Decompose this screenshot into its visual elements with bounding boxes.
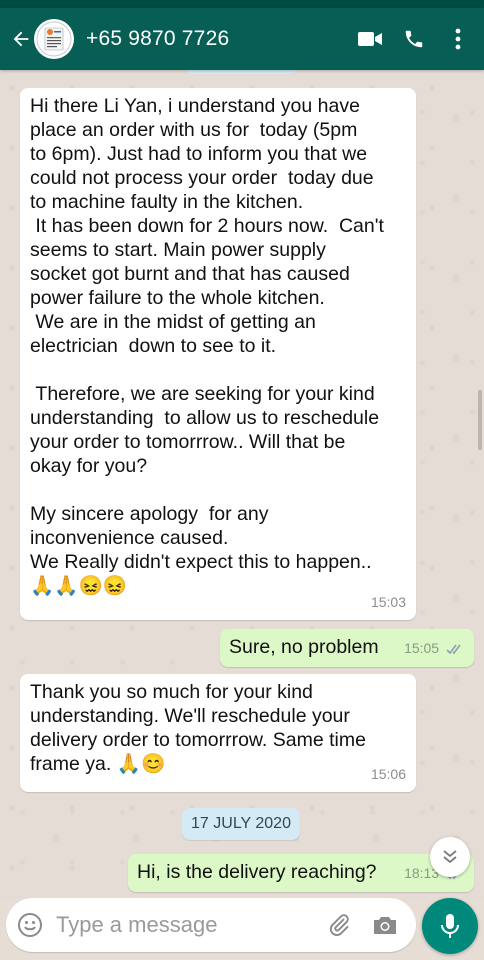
video-call-button[interactable] [348, 17, 392, 61]
attach-button[interactable] [316, 913, 362, 937]
scrollbar[interactable] [478, 390, 482, 450]
date-chip: 17 JULY 2020 [182, 808, 300, 840]
message-time: 15:06 [370, 766, 406, 782]
back-button[interactable] [4, 19, 38, 59]
voice-message-button[interactable] [422, 898, 478, 954]
incoming-message[interactable]: Hi there Li Yan, i understand you have p… [20, 88, 416, 620]
phone-call-button[interactable] [392, 17, 436, 61]
status-bar [0, 0, 484, 8]
emoji-button[interactable] [6, 912, 54, 938]
message-text: Hi there Li Yan, i understand you have p… [30, 95, 384, 597]
scroll-to-bottom-button[interactable] [430, 837, 470, 877]
chat-header: +65 9870 7726 [0, 8, 484, 70]
message-text: Sure, no problem [229, 636, 379, 658]
chat-area[interactable]: Hi there Li Yan, i understand you have p… [0, 70, 484, 900]
double-chevron-down-icon [443, 850, 457, 864]
camera-button[interactable] [362, 914, 408, 936]
restaurant-logo-icon [36, 21, 72, 57]
read-receipt-icon [446, 644, 461, 655]
emoji-icon [18, 913, 42, 937]
contact-avatar[interactable] [34, 19, 74, 59]
message-text: Thank you so much for your kind understa… [30, 681, 366, 775]
video-call-icon [358, 32, 382, 46]
more-options-icon [455, 28, 461, 50]
phone-call-icon [405, 30, 423, 48]
incoming-message[interactable]: Thank you so much for your kind understa… [20, 674, 416, 792]
message-time: 15:03 [370, 594, 406, 610]
message-time-wrap: 15:05 [404, 636, 464, 660]
more-options-button[interactable] [436, 17, 480, 61]
message-time: 15:05 [404, 640, 440, 656]
date-chip-partial [185, 70, 297, 74]
microphone-icon [441, 914, 459, 938]
outgoing-message[interactable]: Hi, is the delivery reaching? 18:13 [128, 854, 474, 892]
message-input[interactable] [54, 911, 316, 939]
outgoing-message[interactable]: Sure, no problem 15:05 [220, 629, 474, 667]
back-arrow-icon [13, 31, 29, 47]
message-text: Hi, is the delivery reaching? [137, 861, 377, 883]
contact-name[interactable]: +65 9870 7726 [86, 27, 348, 51]
camera-icon [374, 917, 396, 934]
message-composer [6, 898, 416, 952]
paperclip-icon [329, 914, 349, 936]
